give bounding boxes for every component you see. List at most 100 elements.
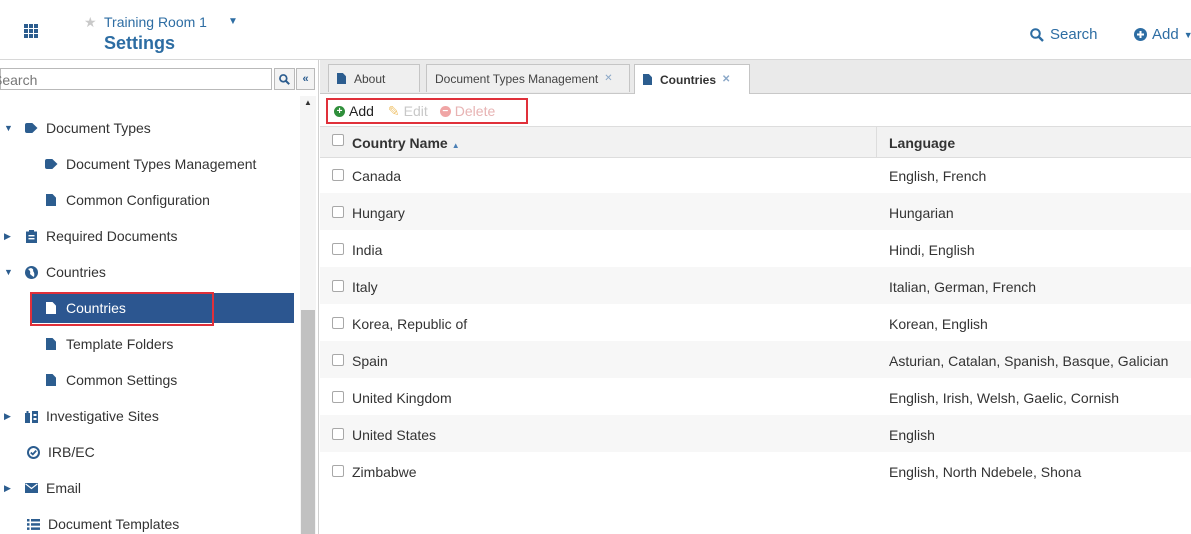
check-circle-icon [26,445,40,459]
country-name-cell: India [352,242,383,258]
scroll-up-arrow-icon[interactable]: ▲ [304,98,312,107]
tab-bar: About Document Types Management ✕ Countr… [320,60,1191,94]
tree-item-required-documents[interactable]: ▶ Required Documents [0,221,296,251]
tag-icon [44,157,58,171]
tab-label: Countries [660,72,717,87]
document-icon [643,74,652,85]
language-cell: Hindi, English [889,242,975,258]
search-icon [1030,27,1044,42]
table-row[interactable]: Spain Asturian, Catalan, Spanish, Basque… [320,341,1191,378]
list-icon [26,517,40,531]
language-cell: Korean, English [889,316,988,332]
header-search-button[interactable]: Search [1030,26,1098,43]
tree-item-document-types-management[interactable]: Document Types Management [0,149,296,179]
close-tab-icon[interactable]: ✕ [722,74,730,85]
country-name-cell: Spain [352,353,388,369]
tree-item-countries[interactable]: Countries [30,293,294,323]
app-header: ★ Training Room 1 ▼ Settings Search Add … [0,0,1191,60]
country-name-cell: United States [352,427,437,443]
sidebar-search-button[interactable] [274,68,295,90]
table-row[interactable]: Canada English, French [320,156,1191,193]
tree-item-label: Common Settings [66,372,178,388]
row-checkbox[interactable] [332,169,344,181]
row-checkbox[interactable] [332,354,344,366]
tree-item-label: Common Configuration [66,192,210,208]
document-icon [44,301,58,315]
tree-item-label: IRB/EC [48,444,95,460]
sidebar-scrollbar[interactable]: ▲ [300,96,316,534]
column-divider[interactable] [876,127,877,157]
tab-about[interactable]: About [328,64,420,92]
tree-item-label: Countries [46,264,106,280]
star-icon[interactable]: ★ [84,14,97,31]
caret-down-icon[interactable]: ▼ [228,16,238,27]
row-checkbox[interactable] [332,317,344,329]
clipboard-icon [24,229,38,243]
tree-item-irb-ec[interactable]: IRB/EC [0,437,296,467]
header-add-button[interactable]: Add ▼ [1134,26,1191,43]
column-header-country-name[interactable]: Country Name ▲ [352,135,460,151]
tree-item-document-types[interactable]: ▼ Document Types [0,113,296,143]
header-search-label: Search [1050,26,1098,43]
row-checkbox[interactable] [332,465,344,477]
add-label: Add [349,103,374,119]
delete-button[interactable]: − Delete [439,103,495,119]
tree-clipped-item [64,96,68,105]
page-title: Settings [104,33,176,53]
tree-item-email[interactable]: ▶ Email [0,473,296,503]
caret-down-icon: ▼ [1183,29,1191,40]
tag-icon [24,121,38,135]
language-cell: English, French [889,168,987,184]
table-row[interactable]: Hungary Hungarian [320,193,1191,230]
room-selector[interactable]: Training Room 1 [104,14,207,30]
tree-item-label: Document Templates [48,516,180,532]
column-header-language[interactable]: Language [889,135,955,151]
collapsed-arrow-icon[interactable]: ▶ [4,231,11,242]
double-chevron-left-icon: « [302,73,309,85]
select-all-checkbox[interactable] [332,134,344,146]
row-checkbox[interactable] [332,206,344,218]
language-cell: Hungarian [889,205,954,221]
tree-item-investigative-sites[interactable]: ▶ Investigative Sites [0,401,296,431]
row-checkbox[interactable] [332,391,344,403]
collapsed-arrow-icon[interactable]: ▶ [4,483,11,494]
collapsed-arrow-icon[interactable]: ▶ [4,411,11,422]
tree-item-template-folders[interactable]: Template Folders [0,329,296,359]
tree-item-label: Email [46,480,82,496]
tree-item-common-settings[interactable]: Common Settings [0,365,296,395]
tree-item-common-configuration[interactable]: Common Configuration [0,185,296,215]
collapse-sidebar-button[interactable]: « [296,68,315,90]
tree-item-countries-group[interactable]: ▼ Countries [0,257,296,287]
sidebar-search-input[interactable]: Search [0,68,272,90]
close-tab-icon[interactable]: ✕ [604,73,612,84]
plus-circle-icon [1134,28,1147,41]
apps-grid-icon[interactable] [24,24,38,38]
tree-item-label: Template Folders [66,336,174,352]
country-name-cell: United Kingdom [352,390,452,406]
header-add-label: Add [1152,26,1179,43]
plus-circle-icon: + [334,105,345,117]
row-checkbox[interactable] [332,280,344,292]
scrollbar-thumb[interactable] [301,310,315,534]
table-row[interactable]: United States English [320,415,1191,452]
table-row[interactable]: Zimbabwe English, North Ndebele, Shona [320,452,1191,489]
row-checkbox[interactable] [332,428,344,440]
table-row[interactable]: United Kingdom English, Irish, Welsh, Ga… [320,378,1191,415]
document-icon [44,337,58,351]
add-button[interactable]: + Add [334,103,374,119]
expanded-arrow-icon[interactable]: ▼ [4,123,13,133]
expanded-arrow-icon[interactable]: ▼ [4,267,13,277]
tab-document-types-management[interactable]: Document Types Management ✕ [426,64,630,92]
countries-grid: Country Name ▲ Language Canada English, F… [320,126,1191,534]
tree-item-label: Document Types Management [66,156,257,172]
table-row[interactable]: Italy Italian, German, French [320,267,1191,304]
country-name-cell: Hungary [352,205,405,221]
edit-button[interactable]: ✎ Edit [388,103,428,120]
document-icon [337,73,346,84]
table-row[interactable]: India Hindi, English [320,230,1191,267]
tab-countries[interactable]: Countries ✕ [634,64,750,94]
tree-item-document-templates[interactable]: Document Templates [0,509,296,534]
row-checkbox[interactable] [332,243,344,255]
tree-item-label: Investigative Sites [46,408,159,424]
table-row[interactable]: Korea, Republic of Korean, English [320,304,1191,341]
